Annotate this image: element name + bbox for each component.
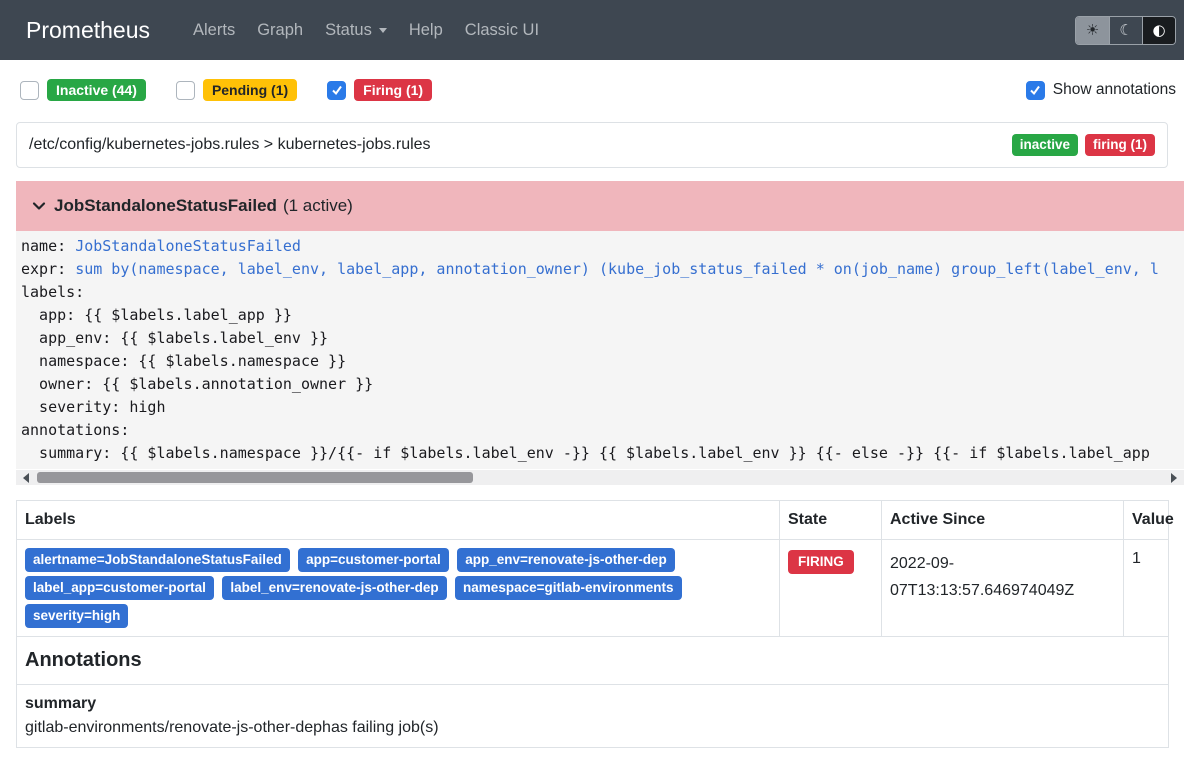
pending-badge[interactable]: Pending (1) [203, 79, 297, 101]
yaml-label-app-env: app_env: {{ $labels.label_env }} [21, 327, 1184, 350]
col-header-labels: Labels [17, 501, 780, 540]
alert-active-count: (1 active) [283, 196, 353, 216]
caret-down-icon [379, 28, 387, 33]
sun-icon: ☀ [1086, 21, 1099, 39]
nav-status-label: Status [325, 21, 372, 40]
yaml-expr-line: expr: sum by(namespace, label_env, label… [21, 258, 1184, 281]
check-icon [1029, 84, 1041, 96]
label-badge-namespace: namespace=gitlab-environments [455, 576, 681, 600]
yaml-summary-line: summary: {{ $labels.namespace }}/{{- if … [21, 442, 1184, 465]
show-annotations-toggle[interactable]: Show annotations [1026, 81, 1176, 100]
alert-rule-name: JobStandaloneStatusFailed [54, 196, 277, 216]
scrollbar-thumb[interactable] [37, 472, 473, 483]
filter-inactive[interactable]: Inactive (44) [20, 79, 146, 101]
annotations-heading: Annotations [17, 637, 1169, 685]
rule-group-card: /etc/config/kubernetes-jobs.rules > kube… [16, 122, 1168, 168]
moon-icon: ☾ [1119, 21, 1132, 39]
col-header-state: State [780, 501, 882, 540]
firing-checkbox[interactable] [327, 81, 346, 100]
yaml-name-line: name: JobStandaloneStatusFailed [21, 235, 1184, 258]
nav-graph[interactable]: Graph [257, 21, 303, 40]
label-badge-app-env: app_env=renovate-js-other-dep [457, 548, 674, 572]
theme-toggle-group: ☀ ☾ ◐ [1075, 16, 1176, 45]
yaml-label-severity: severity: high [21, 396, 1184, 419]
yaml-label-app: app: {{ $labels.label_app }} [21, 304, 1184, 327]
active-since-cell: 2022-09-07T13:13:57.646974049Z [882, 540, 1124, 637]
annotations-heading-row: Annotations [17, 637, 1169, 685]
show-annotations-checkbox[interactable] [1026, 81, 1045, 100]
firing-badge[interactable]: Firing (1) [354, 79, 432, 101]
filter-pending[interactable]: Pending (1) [176, 79, 297, 101]
label-badge-label-app: label_app=customer-portal [25, 576, 214, 600]
inactive-checkbox[interactable] [20, 81, 39, 100]
circle-half-icon: ◐ [1152, 21, 1165, 39]
label-badge-label-env: label_env=renovate-js-other-dep [222, 576, 446, 600]
filter-firing[interactable]: Firing (1) [327, 79, 432, 101]
col-header-value: Value [1124, 501, 1169, 540]
rule-group-title: /etc/config/kubernetes-jobs.rules > kube… [29, 136, 1005, 154]
label-badge-app: app=customer-portal [298, 548, 449, 572]
state-badge: FIRING [788, 550, 854, 574]
value-cell: 1 [1124, 540, 1169, 637]
show-annotations-label: Show annotations [1053, 81, 1176, 99]
state-cell: FIRING [780, 540, 882, 637]
alert-instance-row: alertname=JobStandaloneStatusFailed app=… [17, 540, 1169, 637]
alert-rule-section: JobStandaloneStatusFailed (1 active) nam… [16, 181, 1184, 485]
theme-dark-button[interactable]: ☾ [1109, 17, 1142, 44]
col-header-active-since: Active Since [882, 501, 1124, 540]
scrollbar-left-arrow[interactable] [23, 473, 29, 483]
alert-instances-table: Labels State Active Since Value alertnam… [16, 500, 1169, 748]
theme-auto-button[interactable]: ◐ [1142, 17, 1175, 44]
alert-rule-definition: name: JobStandaloneStatusFailed expr: su… [16, 231, 1184, 469]
annotation-cell: summary gitlab-environments/renovate-js-… [17, 685, 1169, 748]
yaml-label-owner: owner: {{ $labels.annotation_owner }} [21, 373, 1184, 396]
yaml-labels-header: labels: [21, 281, 1184, 304]
check-icon [331, 84, 343, 96]
annotation-row: summary gitlab-environments/renovate-js-… [17, 685, 1169, 748]
theme-light-button[interactable]: ☀ [1076, 17, 1109, 44]
annotation-key: summary [25, 695, 1160, 713]
table-header-row: Labels State Active Since Value [17, 501, 1169, 540]
yaml-annotations-header: annotations: [21, 419, 1184, 442]
chevron-down-icon [30, 197, 48, 215]
rule-inactive-count-badge: inactive [1012, 134, 1078, 156]
yaml-label-namespace: namespace: {{ $labels.namespace }} [21, 350, 1184, 373]
app-brand[interactable]: Prometheus [26, 17, 150, 44]
nav-help[interactable]: Help [409, 21, 443, 40]
annotation-value: gitlab-environments/renovate-js-other-de… [25, 719, 1160, 737]
scrollbar-track[interactable] [33, 470, 1167, 485]
label-badge-alertname: alertname=JobStandaloneStatusFailed [25, 548, 290, 572]
label-badge-severity: severity=high [25, 604, 128, 628]
inactive-badge[interactable]: Inactive (44) [47, 79, 146, 101]
scrollbar-right-arrow[interactable] [1171, 473, 1177, 483]
labels-cell: alertname=JobStandaloneStatusFailed app=… [17, 540, 780, 637]
nav-alerts[interactable]: Alerts [193, 21, 235, 40]
nav-status-dropdown[interactable]: Status [325, 21, 387, 40]
nav-classic-ui[interactable]: Classic UI [465, 21, 539, 40]
pending-checkbox[interactable] [176, 81, 195, 100]
navbar: Prometheus Alerts Graph Status Help Clas… [0, 0, 1184, 60]
alert-filter-bar: Inactive (44) Pending (1) Firing (1) Sho… [0, 79, 1184, 101]
rule-firing-count-badge: firing (1) [1085, 134, 1155, 156]
alert-rule-header[interactable]: JobStandaloneStatusFailed (1 active) [16, 181, 1184, 231]
horizontal-scrollbar[interactable] [16, 470, 1184, 485]
